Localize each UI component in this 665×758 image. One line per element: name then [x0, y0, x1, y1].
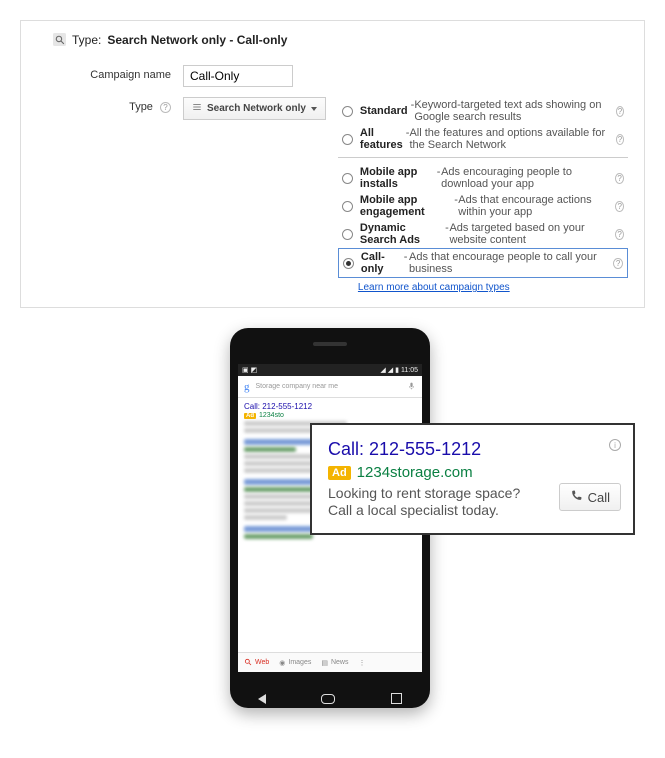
- campaign-name-row: Campaign name: [53, 65, 628, 87]
- phone-icon: [570, 489, 583, 505]
- mic-icon[interactable]: [407, 380, 416, 394]
- chevron-down-icon: [311, 107, 317, 111]
- tab-news[interactable]: ▤ News: [321, 659, 348, 667]
- radio-icon: [342, 201, 353, 212]
- ad-badge: Ad: [328, 466, 351, 480]
- status-bar: ▣ ◩ ◢ ◢ ▮ 11:05: [238, 364, 422, 376]
- android-nav: [230, 693, 430, 704]
- divider: [338, 157, 628, 158]
- info-icon[interactable]: i: [609, 439, 621, 451]
- help-icon[interactable]: ?: [160, 102, 171, 113]
- tab-images[interactable]: ◉ Images: [279, 659, 311, 667]
- search-input: Storage company near me: [256, 383, 402, 390]
- type-label-field: Type ?: [53, 97, 183, 113]
- recent-icon[interactable]: [391, 693, 402, 704]
- search-icon: [244, 658, 252, 668]
- phone-speaker: [313, 342, 347, 346]
- help-icon[interactable]: ?: [616, 106, 624, 117]
- type-select-label: Search Network only: [207, 103, 306, 114]
- network-icon: [192, 102, 202, 115]
- help-icon[interactable]: ?: [616, 134, 624, 145]
- ad-display-url[interactable]: 1234storage.com: [357, 464, 473, 481]
- home-icon[interactable]: [321, 694, 335, 704]
- option-app-installs[interactable]: Mobile app installs - Ads encouraging pe…: [338, 164, 628, 192]
- results-tabbar: Web ◉ Images ▤ News ⋮: [238, 652, 422, 672]
- back-icon[interactable]: [258, 694, 266, 704]
- radio-icon: [342, 229, 353, 240]
- type-value: Search Network only - Call-only: [107, 33, 287, 47]
- phone-preview: ▣ ◩ ◢ ◢ ▮ 11:05 g Storage company near m…: [0, 328, 665, 758]
- help-icon[interactable]: ?: [615, 201, 624, 212]
- search-bar[interactable]: g Storage company near me: [238, 376, 422, 398]
- radio-icon: [342, 173, 353, 184]
- help-icon[interactable]: ?: [615, 173, 624, 184]
- radio-selected-icon: [343, 258, 354, 269]
- option-call-only[interactable]: Call-only - Ads that encourage people to…: [338, 248, 628, 278]
- radio-icon: [342, 106, 353, 117]
- app-icon: ◩: [251, 366, 258, 374]
- magnifier-icon: [53, 33, 66, 46]
- subtype-options: Standard - Keyword-targeted text ads sho…: [326, 97, 628, 293]
- ad-headline[interactable]: Call: 212-555-1212: [328, 439, 549, 460]
- ad-callout: Call: 212-555-1212 Ad 1234storage.com Lo…: [310, 423, 635, 535]
- signal-icon: ◢: [388, 366, 393, 374]
- help-icon[interactable]: ?: [615, 229, 624, 240]
- tab-web[interactable]: Web: [244, 658, 269, 668]
- battery-icon: ▮: [395, 366, 399, 374]
- radio-icon: [342, 134, 353, 145]
- ad-description-2: Call a local specialist today.: [328, 502, 549, 519]
- option-standard[interactable]: Standard - Keyword-targeted text ads sho…: [338, 97, 628, 125]
- type-label: Type:: [72, 33, 101, 47]
- news-icon: ▤: [321, 659, 328, 667]
- campaign-name-input[interactable]: [183, 65, 293, 87]
- ad-badge-small: Ad: [244, 413, 256, 419]
- ad-call-preview: Call: 212-555-1212: [244, 402, 416, 411]
- ad-description-1: Looking to rent storage space?: [328, 485, 549, 502]
- learn-more-link[interactable]: Learn more about campaign types: [358, 282, 510, 293]
- option-all-features[interactable]: All features - All the features and opti…: [338, 125, 628, 153]
- camera-icon: ▣: [242, 366, 249, 374]
- wifi-icon: ◢: [380, 366, 385, 374]
- option-dsa[interactable]: Dynamic Search Ads - Ads targeted based …: [338, 220, 628, 248]
- camera-icon: ◉: [279, 659, 285, 667]
- call-button[interactable]: Call: [559, 483, 621, 511]
- help-icon[interactable]: ?: [613, 258, 623, 269]
- tab-more[interactable]: ⋮: [359, 659, 366, 667]
- clock: 11:05: [401, 367, 418, 374]
- ad-url-small: 1234sto: [259, 412, 284, 419]
- campaign-name-label: Campaign name: [53, 65, 183, 81]
- type-select[interactable]: Search Network only: [183, 97, 326, 120]
- type-header: Type: Search Network only - Call-only: [53, 33, 628, 47]
- type-row: Type ? Search Network only Standard - Ke…: [53, 97, 628, 293]
- google-logo-icon: g: [244, 381, 250, 393]
- option-app-engagement[interactable]: Mobile app engagement - Ads that encoura…: [338, 192, 628, 220]
- call-button-label: Call: [588, 490, 610, 505]
- campaign-settings-card: Type: Search Network only - Call-only Ca…: [20, 20, 645, 308]
